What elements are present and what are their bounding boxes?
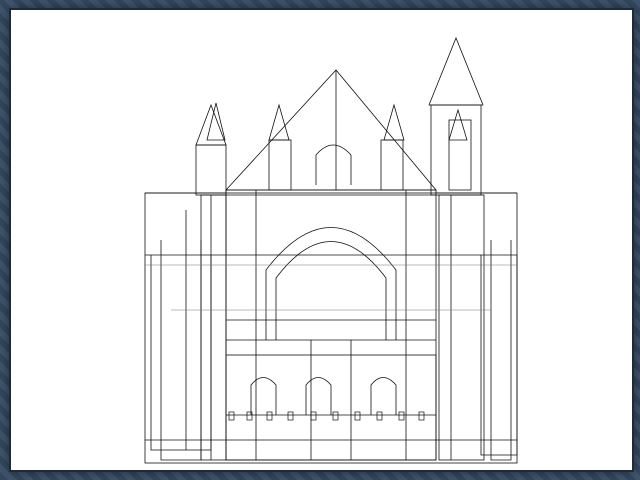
wireframe-viewport[interactable] [11,10,632,470]
window-frame [0,0,640,480]
cathedral-wireframe-drawing [144,36,518,464]
